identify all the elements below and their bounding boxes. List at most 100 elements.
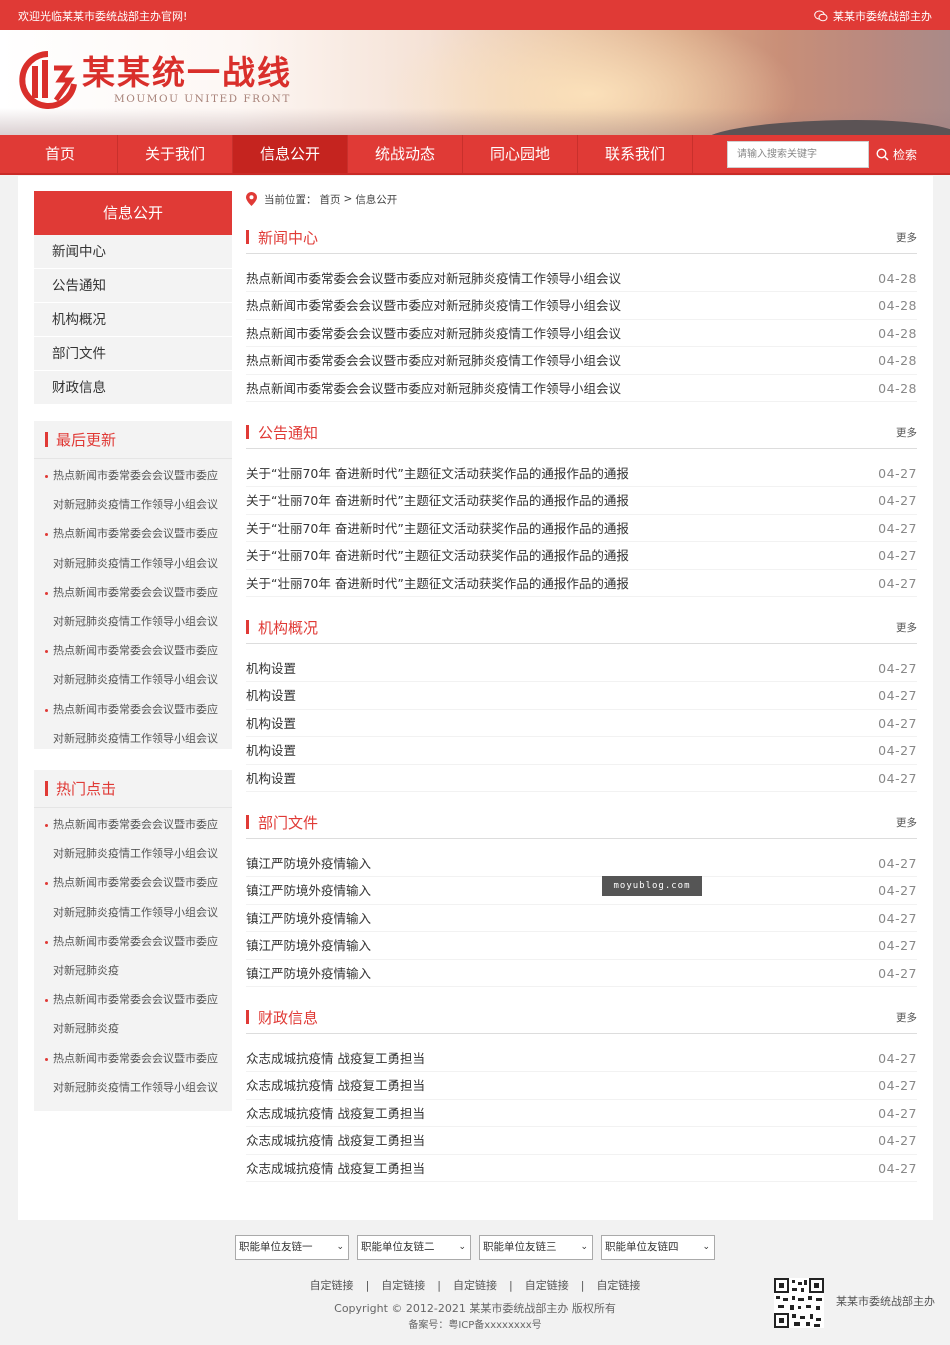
more-link[interactable]: 更多: [896, 815, 917, 830]
sidebar-list-item[interactable]: 对新冠肺炎疫情工作领导小组会议: [34, 1073, 232, 1102]
list-item[interactable]: 众志成城抗疫情 战疫复工勇担当 04-27: [246, 1155, 917, 1182]
sidebar-list-item[interactable]: 热点新闻市委常委会会议暨市委应: [34, 636, 232, 665]
list-item[interactable]: 热点新闻市委常委会会议暨市委应对新冠肺炎疫情工作领导小组会议 04-28: [246, 265, 917, 293]
list-item-title[interactable]: 关于“壮丽70年 奋进新时代”主题征文活动获奖作品的通报作品的通报: [246, 542, 629, 568]
more-link[interactable]: 更多: [896, 230, 917, 245]
nav-item-1[interactable]: 关于我们: [118, 135, 233, 173]
list-item[interactable]: 热点新闻市委常委会会议暨市委应对新冠肺炎疫情工作领导小组会议 04-28: [246, 292, 917, 320]
footer-link[interactable]: 自定链接: [453, 1279, 497, 1292]
sidebar-list-item[interactable]: 热点新闻市委常委会会议暨市委应: [34, 519, 232, 548]
search-input[interactable]: 请输入搜索关键字: [727, 141, 869, 168]
list-item-title[interactable]: 关于“壮丽70年 奋进新时代”主题征文活动获奖作品的通报作品的通报: [246, 570, 629, 596]
sidebar-list-item[interactable]: 对新冠肺炎疫情工作领导小组会议: [34, 724, 232, 753]
breadcrumb-home[interactable]: 首页: [320, 192, 341, 207]
sidebar-list-item[interactable]: 对新冠肺炎疫: [34, 1014, 232, 1043]
list-item[interactable]: 关于“壮丽70年 奋进新时代”主题征文活动获奖作品的通报作品的通报 04-27: [246, 542, 917, 570]
list-item-title[interactable]: 众志成城抗疫情 战疫复工勇担当: [246, 1100, 425, 1126]
list-item-title[interactable]: 镇江严防境外疫情输入: [246, 960, 371, 986]
footer-link[interactable]: 自定链接: [310, 1279, 354, 1292]
more-link[interactable]: 更多: [896, 425, 917, 440]
list-item-title[interactable]: 机构设置: [246, 655, 296, 681]
list-item-title[interactable]: 机构设置: [246, 682, 296, 708]
list-item-title[interactable]: 关于“壮丽70年 奋进新时代”主题征文活动获奖作品的通报作品的通报: [246, 460, 629, 486]
nav-item-0[interactable]: 首页: [3, 135, 118, 173]
list-item-title[interactable]: 众志成城抗疫情 战疫复工勇担当: [246, 1127, 425, 1153]
sidebar-list-item[interactable]: 对新冠肺炎疫情工作领导小组会议: [34, 839, 232, 868]
list-item[interactable]: 众志成城抗疫情 战疫复工勇担当 04-27: [246, 1072, 917, 1100]
list-item[interactable]: 镇江严防境外疫情输入 04-27: [246, 960, 917, 987]
friend-link-select[interactable]: 职能单位友链一 ⌄: [235, 1235, 349, 1260]
list-item-title[interactable]: 众志成城抗疫情 战疫复工勇担当: [246, 1072, 425, 1098]
sidebar-list-item[interactable]: 热点新闻市委常委会会议暨市委应: [34, 927, 232, 956]
list-item[interactable]: 众志成城抗疫情 战疫复工勇担当 04-27: [246, 1100, 917, 1128]
list-item-title[interactable]: 机构设置: [246, 737, 296, 763]
more-link[interactable]: 更多: [896, 1010, 917, 1025]
sidebar-item[interactable]: 财政信息: [34, 371, 232, 405]
sidebar-list-item[interactable]: 热点新闻市委常委会会议暨市委应: [34, 695, 232, 724]
footer-link[interactable]: 自定链接: [525, 1279, 569, 1292]
nav-item-3[interactable]: 统战动态: [348, 135, 463, 173]
list-item-title[interactable]: 热点新闻市委常委会会议暨市委应对新冠肺炎疫情工作领导小组会议: [246, 320, 621, 346]
list-item[interactable]: 众志成城抗疫情 战疫复工勇担当 04-27: [246, 1045, 917, 1073]
sidebar-list-item[interactable]: 热点新闻市委常委会会议暨市委应: [34, 868, 232, 897]
site-logo[interactable]: 某某统一战线 MOUMOU UNITED FRONT: [18, 50, 292, 110]
list-item[interactable]: 热点新闻市委常委会会议暨市委应对新冠肺炎疫情工作领导小组会议 04-28: [246, 320, 917, 348]
sidebar-list-item[interactable]: 热点新闻市委常委会会议暨市委应: [34, 461, 232, 490]
sidebar-list-item[interactable]: 热点新闻市委常委会会议暨市委应: [34, 1044, 232, 1073]
list-item[interactable]: 众志成城抗疫情 战疫复工勇担当 04-27: [246, 1127, 917, 1155]
more-link[interactable]: 更多: [896, 620, 917, 635]
list-item[interactable]: 机构设置 04-27: [246, 655, 917, 683]
sidebar-list-item[interactable]: 热点新闻市委常委会会议暨市委应: [34, 810, 232, 839]
list-item-title[interactable]: 热点新闻市委常委会会议暨市委应对新冠肺炎疫情工作领导小组会议: [246, 265, 621, 291]
sidebar-item[interactable]: 机构概况: [34, 303, 232, 337]
list-item[interactable]: 关于“壮丽70年 奋进新时代”主题征文活动获奖作品的通报作品的通报 04-27: [246, 460, 917, 488]
list-item-title[interactable]: 镇江严防境外疫情输入: [246, 932, 371, 958]
list-item[interactable]: 镇江严防境外疫情输入 04-27: [246, 850, 917, 878]
list-item-title[interactable]: 众志成城抗疫情 战疫复工勇担当: [246, 1045, 425, 1071]
sidebar-list-item[interactable]: 对新冠肺炎疫情工作领导小组会议: [34, 607, 232, 636]
search-button[interactable]: 检索: [876, 146, 917, 163]
list-item[interactable]: 机构设置 04-27: [246, 737, 917, 765]
list-item-title[interactable]: 镇江严防境外疫情输入: [246, 905, 371, 931]
sidebar-item[interactable]: 新闻中心: [34, 235, 232, 269]
list-item-title[interactable]: 镇江严防境外疫情输入: [246, 877, 371, 903]
list-item-title[interactable]: 热点新闻市委常委会会议暨市委应对新冠肺炎疫情工作领导小组会议: [246, 292, 621, 318]
list-item-title[interactable]: 机构设置: [246, 765, 296, 791]
list-item[interactable]: 镇江严防境外疫情输入 04-27: [246, 905, 917, 933]
list-item-title[interactable]: 机构设置: [246, 710, 296, 736]
list-item[interactable]: 热点新闻市委常委会会议暨市委应对新冠肺炎疫情工作领导小组会议 04-28: [246, 375, 917, 402]
list-item[interactable]: 镇江严防境外疫情输入 04-27: [246, 877, 917, 905]
top-org-link[interactable]: 某某市委统战部主办: [814, 8, 932, 24]
list-item[interactable]: 机构设置 04-27: [246, 765, 917, 792]
sidebar-list-item[interactable]: 对新冠肺炎疫情工作领导小组会议: [34, 665, 232, 694]
footer-link[interactable]: 自定链接: [381, 1279, 425, 1292]
sidebar-list-item[interactable]: 对新冠肺炎疫情工作领导小组会议: [34, 549, 232, 578]
list-item-title[interactable]: 镇江严防境外疫情输入: [246, 850, 371, 876]
list-item[interactable]: 镇江严防境外疫情输入 04-27: [246, 932, 917, 960]
list-item-title[interactable]: 关于“壮丽70年 奋进新时代”主题征文活动获奖作品的通报作品的通报: [246, 515, 629, 541]
friend-link-select[interactable]: 职能单位友链三 ⌄: [479, 1235, 593, 1260]
sidebar-list-item[interactable]: 热点新闻市委常委会会议暨市委应: [34, 985, 232, 1014]
sidebar-list-item[interactable]: 对新冠肺炎疫: [34, 956, 232, 985]
sidebar-list-item[interactable]: 热点新闻市委常委会会议暨市委应: [34, 578, 232, 607]
sidebar-item[interactable]: 公告通知: [34, 269, 232, 303]
nav-item-5[interactable]: 联系我们: [578, 135, 693, 173]
nav-item-2[interactable]: 信息公开: [233, 135, 348, 173]
friend-link-select[interactable]: 职能单位友链四 ⌄: [601, 1235, 715, 1260]
list-item[interactable]: 热点新闻市委常委会会议暨市委应对新冠肺炎疫情工作领导小组会议 04-28: [246, 347, 917, 375]
list-item[interactable]: 机构设置 04-27: [246, 682, 917, 710]
list-item[interactable]: 机构设置 04-27: [246, 710, 917, 738]
footer-link[interactable]: 自定链接: [596, 1279, 640, 1292]
sidebar-list-item[interactable]: 对新冠肺炎疫情工作领导小组会议: [34, 898, 232, 927]
list-item[interactable]: 关于“壮丽70年 奋进新时代”主题征文活动获奖作品的通报作品的通报 04-27: [246, 487, 917, 515]
list-item[interactable]: 关于“壮丽70年 奋进新时代”主题征文活动获奖作品的通报作品的通报 04-27: [246, 515, 917, 543]
sidebar-list-item[interactable]: 对新冠肺炎疫情工作领导小组会议: [34, 490, 232, 519]
nav-item-4[interactable]: 同心园地: [463, 135, 578, 173]
list-item[interactable]: 关于“壮丽70年 奋进新时代”主题征文活动获奖作品的通报作品的通报 04-27: [246, 570, 917, 597]
list-item-title[interactable]: 关于“壮丽70年 奋进新时代”主题征文活动获奖作品的通报作品的通报: [246, 487, 629, 513]
friend-link-select[interactable]: 职能单位友链二 ⌄: [357, 1235, 471, 1260]
sidebar-item[interactable]: 部门文件: [34, 337, 232, 371]
list-item-title[interactable]: 热点新闻市委常委会会议暨市委应对新冠肺炎疫情工作领导小组会议: [246, 375, 621, 401]
list-item-title[interactable]: 热点新闻市委常委会会议暨市委应对新冠肺炎疫情工作领导小组会议: [246, 347, 621, 373]
list-item-title[interactable]: 众志成城抗疫情 战疫复工勇担当: [246, 1155, 425, 1181]
